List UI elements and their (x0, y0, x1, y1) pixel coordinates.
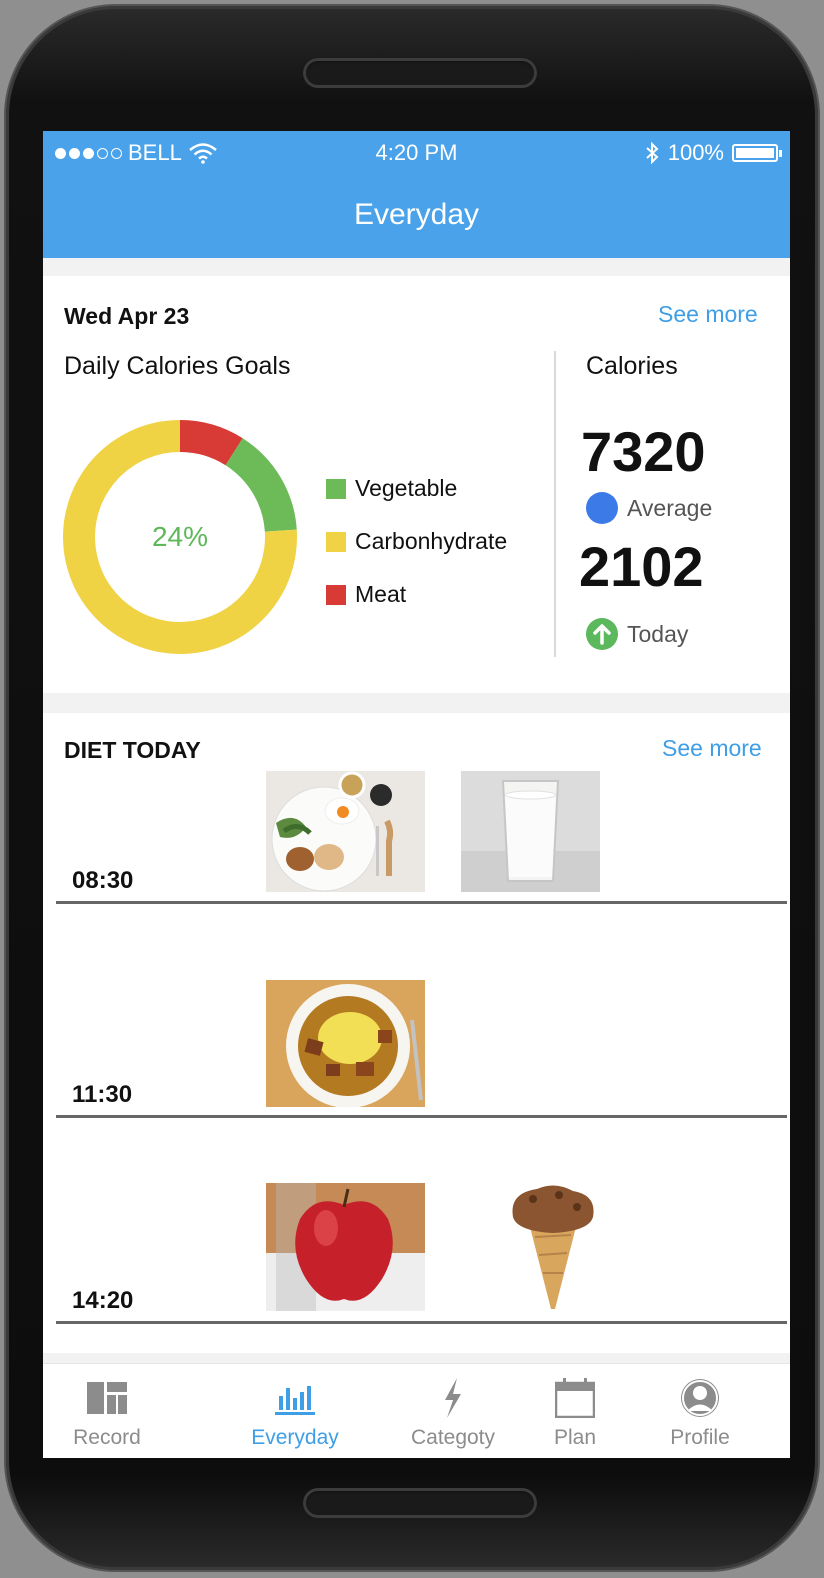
donut-segment-vegetable (225, 438, 297, 532)
meal-time: 14:20 (72, 1287, 134, 1314)
legend-swatch (326, 584, 346, 605)
diet-title: DIET TODAY (64, 737, 201, 763)
legend-item-carbonhydrate: Carbonhydrate (326, 515, 507, 568)
legend-swatch (326, 478, 346, 499)
battery-percent: 100% (667, 140, 724, 165)
summary-date: Wed Apr 23 (64, 303, 190, 329)
legend-item-vegetable: Vegetable (326, 462, 507, 515)
meal-divider (56, 1321, 787, 1324)
battery-icon (732, 144, 782, 162)
page-title: Everyday (353, 198, 480, 231)
tab-label: Categoty (410, 1426, 496, 1449)
tab-plan[interactable]: Plan (515, 1364, 635, 1458)
bottom-tab-bar: Record Everyday Categoty Plan Profile (43, 1363, 790, 1458)
arrow-up-circle-icon (586, 618, 618, 650)
bottom-speaker (303, 1488, 537, 1518)
meal-divider (56, 1115, 787, 1118)
calories-title: Calories (586, 352, 678, 380)
diet-see-more-link[interactable]: See more (662, 735, 762, 762)
legend-label: Meat (355, 581, 407, 607)
tab-profile[interactable]: Profile (640, 1364, 760, 1458)
tab-label: Record (73, 1426, 141, 1449)
breakfast-plate-photo[interactable] (266, 771, 425, 892)
vertical-divider (554, 351, 556, 657)
red-apple-photo[interactable] (266, 1183, 425, 1311)
user-icon (681, 1379, 719, 1417)
bar-chart-icon (275, 1386, 315, 1415)
calendar-icon (555, 1378, 595, 1418)
average-dot-icon (586, 492, 618, 524)
goals-title: Daily Calories Goals (64, 352, 291, 380)
tab-label: Everyday (251, 1426, 339, 1449)
meal-time: 08:30 (72, 867, 134, 894)
lightning-icon (445, 1378, 461, 1418)
donut-center-percent: 24% (151, 521, 209, 552)
meal-time: 11:30 (72, 1081, 133, 1108)
average-calories-value: 7320 (581, 420, 706, 483)
average-label: Average (627, 494, 713, 521)
tab-everyday[interactable]: Everyday (235, 1364, 355, 1458)
tab-category[interactable]: Categoty (393, 1364, 513, 1458)
tab-label: Profile (670, 1426, 730, 1449)
meal-divider (56, 901, 787, 904)
top-speaker (303, 58, 537, 88)
diet-today-card: DIET TODAY See more 08:30 11:30 14:20 (43, 713, 790, 1353)
nav-bar: Everyday (43, 174, 790, 258)
donut-legend: Vegetable Carbonhydrate Meat (326, 462, 507, 621)
chocolate-ice-cream-cone-photo[interactable] (489, 1183, 618, 1311)
app-screen: BELL 4:20 PM 100% Everyday Wed Apr 23 Se… (43, 131, 790, 1458)
legend-label: Vegetable (355, 475, 458, 501)
tab-label: Plan (553, 1426, 597, 1449)
glass-of-milk-photo[interactable] (461, 771, 600, 892)
calorie-summary-card: Wed Apr 23 See more Daily Calories Goals… (43, 276, 790, 693)
legend-label: Carbonhydrate (355, 528, 508, 554)
today-row: Today (586, 618, 688, 650)
tab-record[interactable]: Record (47, 1364, 167, 1458)
dashboard-icon (87, 1382, 127, 1414)
today-label: Today (627, 620, 689, 647)
curry-omelette-rice-photo[interactable] (266, 980, 425, 1107)
summary-see-more-link[interactable]: See more (658, 301, 758, 328)
average-row: Average (586, 492, 712, 524)
today-calories-value: 2102 (579, 535, 704, 598)
bluetooth-icon (646, 142, 659, 164)
legend-item-meat: Meat (326, 568, 507, 621)
status-bar: BELL 4:20 PM 100% (43, 131, 790, 174)
legend-swatch (326, 531, 346, 552)
